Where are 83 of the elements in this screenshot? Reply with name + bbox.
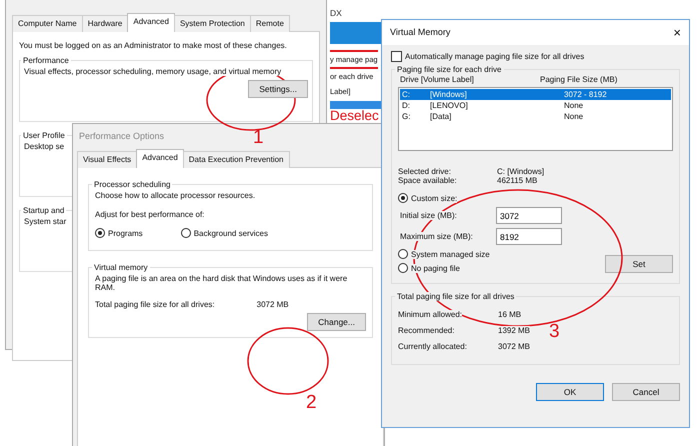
paging-size: None bbox=[564, 111, 584, 122]
tab[interactable]: Advanced bbox=[127, 13, 175, 32]
tab[interactable]: Data Execution Prevention bbox=[182, 151, 290, 168]
group-title: Total paging file size for all drives bbox=[395, 292, 516, 301]
group-title: Performance bbox=[22, 56, 70, 65]
drive-letter: G: bbox=[401, 111, 412, 122]
group-title: Startup and bbox=[22, 206, 66, 215]
radio-option[interactable]: System managed size bbox=[398, 249, 490, 259]
info-label: Selected drive: bbox=[398, 167, 452, 176]
drive-row[interactable]: D: [LENOVO] None bbox=[400, 100, 671, 111]
step-number: 3 bbox=[549, 322, 560, 342]
info-label: Minimum allowed: bbox=[398, 310, 462, 319]
tab[interactable]: System Protection bbox=[174, 15, 251, 32]
step-number: 2 bbox=[306, 393, 317, 413]
window-title: DX bbox=[330, 8, 343, 18]
annotation-text: Deselec bbox=[330, 107, 379, 125]
prompt-text: Adjust for best performance of: bbox=[95, 210, 206, 219]
radio-label: No paging file bbox=[411, 264, 460, 272]
group-description: A paging file is an area on the hard disk that Windows uses as if it were RAM. bbox=[95, 274, 348, 292]
info-label: Recommended: bbox=[398, 326, 454, 335]
info-value: 462115 MB bbox=[497, 176, 538, 185]
group-title: User Profile bbox=[22, 131, 66, 140]
info-label: Space available: bbox=[398, 176, 458, 185]
volume-label: [Windows] bbox=[430, 89, 468, 100]
radio-button[interactable] bbox=[398, 193, 408, 203]
close-button[interactable]: × bbox=[673, 25, 681, 40]
window-title: Virtual Memory bbox=[389, 26, 450, 39]
drive-row[interactable]: G: [Data] None bbox=[400, 111, 671, 122]
dialog-button[interactable]: OK bbox=[536, 383, 604, 401]
group-title: Paging file size for each drive bbox=[395, 65, 504, 74]
group-description: Choose how to allocate processor resources. bbox=[95, 191, 256, 200]
paging-size: 3072 - 8192 bbox=[564, 89, 607, 100]
radio-option[interactable]: No paging file bbox=[398, 263, 460, 273]
group-title: Virtual memory bbox=[93, 263, 149, 272]
radio-option[interactable]: Custom size: bbox=[398, 193, 458, 203]
info-value: 16 MB bbox=[498, 310, 522, 319]
group-description-text: Visual effects, processor scheduling, memory usage, and virtual memory bbox=[24, 67, 282, 76]
field-value: 3072 MB bbox=[256, 300, 289, 309]
radio-label: Programs bbox=[108, 228, 143, 238]
info-value: 1392 MB bbox=[498, 326, 530, 335]
field-label: Maximum size (MB): bbox=[400, 232, 473, 241]
radio-button[interactable] bbox=[95, 228, 105, 238]
radio-option[interactable]: Programs bbox=[95, 228, 143, 238]
radio-button[interactable] bbox=[180, 228, 191, 238]
notice-text: You must be logged on as an Administrator to make most of these changes. bbox=[19, 41, 288, 50]
radio-button[interactable] bbox=[398, 263, 408, 273]
drive-letter: C: bbox=[401, 89, 411, 100]
checkbox-label: Automatically manage paging file size for all drives bbox=[405, 52, 584, 61]
radio-label: Custom size: bbox=[411, 194, 458, 202]
settings-button[interactable]: Settings... bbox=[248, 80, 308, 98]
tab[interactable]: Advanced bbox=[136, 149, 184, 168]
radio-label: Background services bbox=[194, 228, 268, 238]
info-value: 3072 MB bbox=[498, 342, 530, 351]
group-description-text: Desktop se bbox=[24, 142, 64, 151]
volume-label: [Data] bbox=[430, 111, 452, 122]
volume-label: [LENOVO] bbox=[430, 100, 469, 111]
step-number: 1 bbox=[253, 128, 264, 148]
checkbox[interactable] bbox=[391, 51, 402, 62]
drive-row[interactable]: C: [Windows] 3072 - 8192 bbox=[400, 89, 671, 100]
group-description-text: System star bbox=[24, 217, 66, 226]
column-header: Paging File Size (MB) bbox=[540, 75, 618, 84]
tab[interactable]: Remote bbox=[250, 15, 290, 32]
info-label: Currently allocated: bbox=[398, 342, 467, 351]
radio-label: System managed size bbox=[411, 250, 490, 258]
tab[interactable]: Computer Name bbox=[12, 15, 83, 32]
change-button[interactable]: Change... bbox=[307, 313, 366, 331]
tab[interactable]: Visual Effects bbox=[77, 151, 138, 168]
column-header: Drive [Volume Label] bbox=[400, 75, 475, 84]
input-field[interactable]: 3072 bbox=[496, 207, 562, 224]
paging-size: None bbox=[564, 100, 584, 111]
set-button[interactable]: Set bbox=[605, 255, 673, 273]
dialog-button[interactable]: Cancel bbox=[612, 383, 680, 401]
checkbox-option[interactable]: Automatically manage paging file size for all drives bbox=[391, 51, 680, 62]
field-label: Initial size (MB): bbox=[400, 211, 457, 220]
radio-button[interactable] bbox=[398, 249, 408, 259]
group-title: Processor scheduling bbox=[93, 180, 172, 189]
field-label: Total paging file size for all drives: bbox=[95, 300, 215, 309]
input-field[interactable]: 8192 bbox=[496, 228, 562, 245]
radio-option[interactable]: Background services bbox=[180, 228, 268, 238]
tab[interactable]: Hardware bbox=[82, 15, 128, 32]
info-value: C: [Windows] bbox=[497, 167, 544, 176]
window-title: Performance Options bbox=[78, 130, 164, 143]
drive-letter: D: bbox=[401, 100, 411, 111]
